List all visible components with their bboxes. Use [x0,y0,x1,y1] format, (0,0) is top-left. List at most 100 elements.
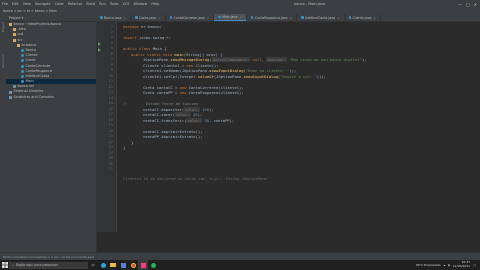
windows-taskbar: ⌕ Digite aqui para pesquisar ▭ 26°C Enso… [0,260,480,270]
java-class-icon [21,64,24,68]
title-bar: File Edit View Navigate Code Refactor Bu… [0,0,480,8]
project-panel: Project ▾ banco ~/IdeaProjects/banco .ide… [6,14,97,254]
tab-label: IntefaceConta.java [305,15,336,20]
tree-item[interactable]: Scratches and Consoles [6,95,96,100]
intellij-icon[interactable] [138,260,148,270]
menu-file[interactable]: File [0,2,10,6]
search-placeholder: Digite aqui para pesquisar [15,263,58,267]
editor-tab[interactable]: ContaPoupanca.java × [247,14,298,21]
line-number: 6 [110,51,113,56]
editor-tab[interactable]: Cliente.java × [345,14,381,21]
code-editor[interactable]: package br.banco; import javax.swing.*; … [117,22,480,232]
menu-edit[interactable]: Edit [10,2,21,6]
line-number: 24 [108,150,113,155]
volume-icon[interactable]: ◖ [448,263,450,267]
close-tab-icon[interactable]: × [124,16,127,20]
close-tab-icon[interactable]: × [337,16,340,20]
code-line-20: contaCC.imprimirExtrato(); [143,128,203,134]
close-tab-icon[interactable]: × [239,15,242,19]
editor-tab[interactable]: ContaCorrente.java × [166,14,215,21]
code-token: "Digite o cpf: " [280,73,317,79]
task-view-icon[interactable]: ▭ [88,260,98,270]
code-token: Cliente(); [193,62,219,68]
structure-tool-button[interactable]: Structure [1,54,5,68]
code-line-8: Cliente cliente1 = new Cliente(); [143,63,218,68]
folder-icon [13,28,16,32]
line-number: 2 [110,29,113,34]
editor-tabs: Banco.java × Conta.java × ContaCorrente.java… [96,14,480,22]
store-icon[interactable] [118,260,128,270]
close-tab-icon[interactable]: × [207,16,210,20]
code-token: public static void [131,51,173,57]
run-class-icon[interactable] [98,42,101,46]
menu-refactor[interactable]: Refactor [66,2,85,6]
code-token: public class [123,46,151,51]
code-line-7: JOptionPane.showMessageDialog(parentComp… [143,57,367,62]
editor-tab[interactable]: Conta.java × [131,14,166,21]
chrome-icon[interactable] [128,260,138,270]
notifications-icon[interactable]: ▢ [473,263,476,267]
code-token: package [123,24,140,29]
line-number: 16 [108,106,113,111]
line-number: 18 [108,117,113,122]
menu-vcs[interactable]: VCS [120,2,131,6]
network-icon[interactable]: ▴ [444,263,446,267]
start-button[interactable] [0,260,9,270]
clock[interactable]: 10:37 11/05/2021 [453,261,470,268]
menu-run[interactable]: Run [97,2,108,6]
menu-tools[interactable]: Tools [108,2,121,6]
close-tab-icon[interactable]: × [158,16,161,20]
file-explorer-icon[interactable] [108,260,118,270]
java-class-icon [250,16,254,19]
java-class-icon [301,16,304,19]
menu-code[interactable]: Code [53,2,66,6]
weather-widget[interactable]: 26°C Ensolarado [416,263,441,267]
param-hint: valor: [186,117,203,123]
code-token: cliente1.setNome(JOptionPane. [143,68,210,73]
editor-tab[interactable]: Main.java × [214,14,247,21]
minimize-button[interactable]: — [458,2,462,7]
code-token: Conta contaCC = [143,84,180,90]
editor-tab[interactable]: IntefaceConta.java × [297,14,345,21]
menu-build[interactable]: Build [84,2,97,6]
code-token: ); [209,106,214,112]
project-panel-header[interactable]: Project ▾ [6,14,96,22]
close-tab-icon[interactable]: × [290,16,293,20]
tab-label: ContaCorrente.java [173,15,205,20]
line-number: 25 [108,156,113,160]
code-token: Cliente cliente1 = [143,62,187,68]
code-token: ContaPoupanca(cliente1); [186,90,244,95]
tab-label: Conta.java [139,15,157,20]
menu-help[interactable]: Help [149,2,161,6]
code-token: import [123,35,137,40]
code-token: javax.swing.*; [136,35,172,40]
line-number: 27 [108,167,113,171]
code-token: JOptionPane. [143,57,171,62]
clock-date: 11/05/2021 [452,264,471,268]
edge-icon[interactable] [98,260,108,270]
code-line-12: Conta contaCC = new ContaCorrente(client… [143,85,244,90]
taskbar-search-input[interactable]: ⌕ Digite aqui para pesquisar [9,261,88,269]
editor-tab[interactable]: Banco.java × [96,14,132,21]
code-line-9: cliente1.setNome(JOptionPane.showInputDi… [143,68,296,73]
maximize-button[interactable]: □ [466,2,470,7]
project-tool-button[interactable]: Project [1,22,5,32]
code-token: "Nome do cliente: " [245,68,290,73]
menu-view[interactable]: View [21,2,33,6]
close-tab-icon[interactable]: × [373,16,376,20]
menu-navigate[interactable]: Navigate [33,2,53,6]
line-number: 14 [108,95,113,100]
line-number: 23 [108,145,113,149]
code-line-21: contaPP.imprimirExtrato(); [143,134,203,139]
code-token: contaCC.sacar( [143,112,176,117]
close-button[interactable]: ✕ [474,2,477,7]
run-main-icon[interactable] [98,47,101,52]
line-number-gutter: 1 2 3 4 5 6 7 8 9 10 11 12 13 14 15 16 17 18 19 20 21 22 23 24 2… [96,22,117,232]
line-number: 9 [110,68,113,72]
line-number: 7 [110,57,113,61]
breadcrumb-path[interactable]: banco > src > br > banco > Main [3,9,57,13]
code-token: (JOptionPane. [213,73,244,79]
java-class-icon [21,74,24,78]
spotify-icon[interactable] [148,260,158,270]
menu-window[interactable]: Window [132,2,150,6]
